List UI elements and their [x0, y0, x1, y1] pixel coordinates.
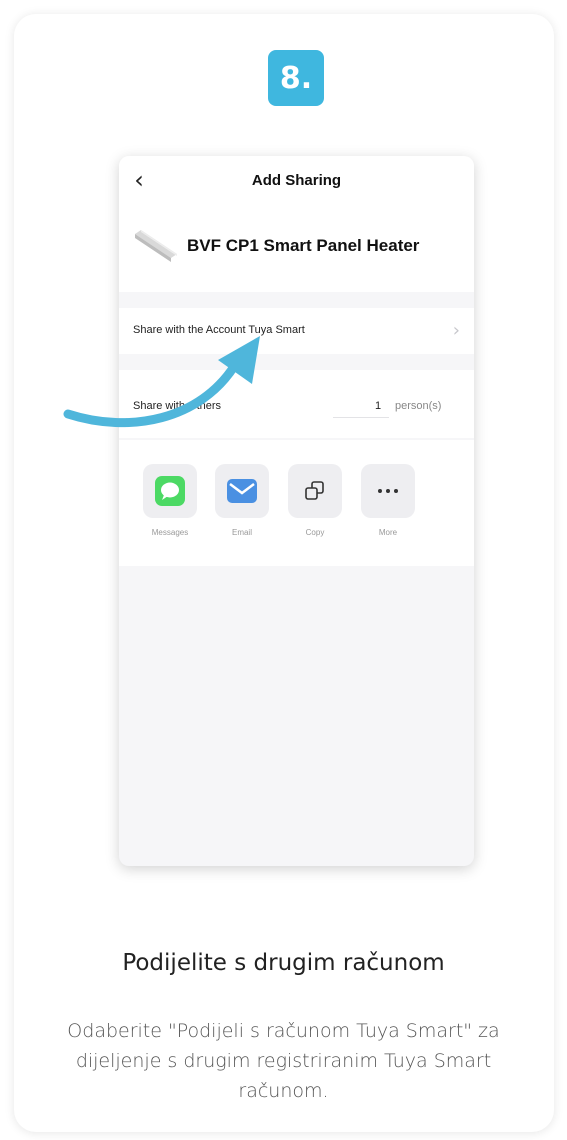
caption-text: Odaberite "Podijeli s računom Tuya Smart… [67, 1020, 500, 1102]
phone-screenshot: ‹ Add Sharing BVF CP1 Smart Panel Heater… [119, 156, 474, 866]
step-badge: 8. [268, 50, 324, 106]
person-count: 1 [375, 400, 382, 412]
share-option-label: Email [231, 528, 252, 537]
message-icon [155, 476, 185, 506]
chevron-right-icon: › [452, 320, 460, 341]
phone-header: ‹ Add Sharing BVF CP1 Smart Panel Heater [119, 156, 474, 292]
caption-title: Podijelite s drugim računom [122, 950, 445, 976]
share-option-label: More [378, 528, 398, 537]
share-option-messages[interactable]: Messages [143, 464, 199, 537]
share-option-label: Messages [151, 528, 189, 537]
share-option-email[interactable]: Email [215, 464, 271, 537]
share-option-label: Copy [305, 528, 325, 537]
copy-icon [305, 481, 324, 500]
panel-heater-icon [135, 230, 177, 262]
page-title: Add Sharing [251, 172, 342, 189]
mail-icon [227, 479, 257, 503]
more-icon [378, 489, 398, 493]
share-options-panel: Messages Email Copy More [119, 440, 474, 566]
share-option-copy[interactable]: Copy [288, 464, 344, 537]
pointer-arrow-icon [63, 336, 260, 428]
share-option-more[interactable]: More [361, 464, 417, 537]
device-name: BVF CP1 Smart Panel Heater [187, 236, 420, 255]
person-unit: person(s) [395, 400, 442, 412]
